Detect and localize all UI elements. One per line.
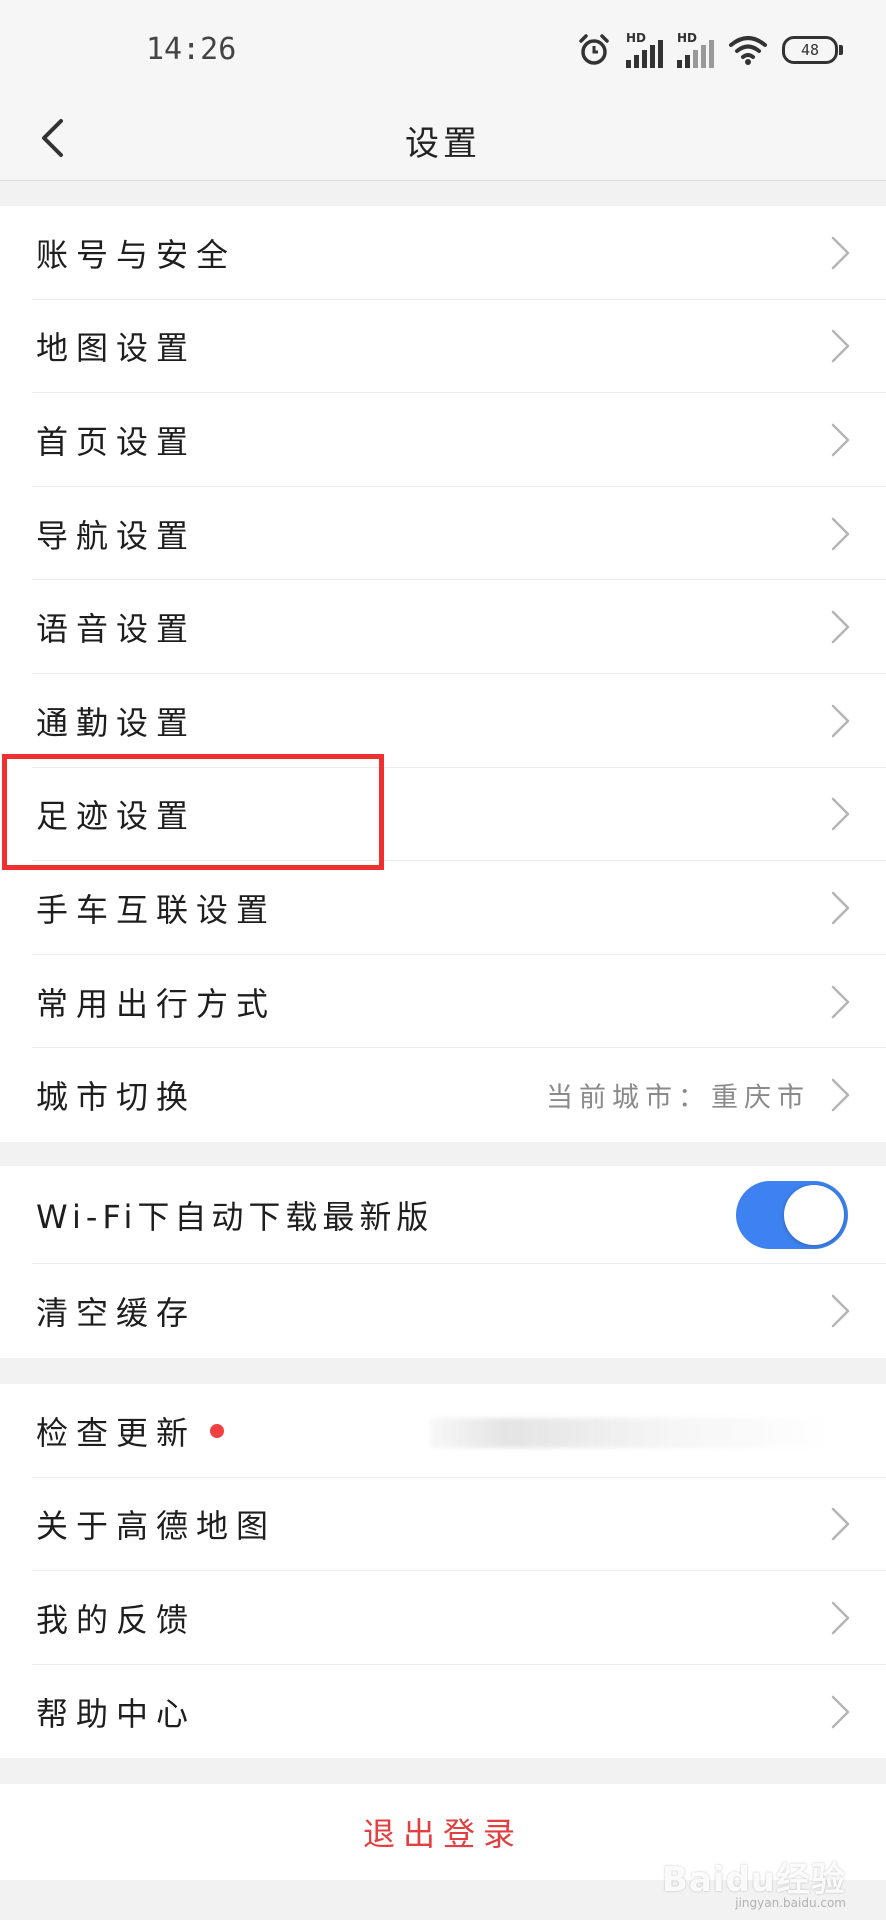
current-city-value: 当前城市：重庆市 <box>546 1082 810 1114</box>
chevron-right-icon <box>831 1601 850 1635</box>
chevron-right-icon <box>831 1078 850 1112</box>
cell-signal-2: HD <box>677 32 714 68</box>
cell-signal-1: HD <box>626 32 663 68</box>
row-label: 首页设置 <box>36 422 197 461</box>
row-voice-settings[interactable]: 语音设置 <box>0 580 886 674</box>
update-badge-dot <box>210 1423 225 1438</box>
row-label: 关于高德地图 <box>36 1507 277 1546</box>
row-help-center[interactable]: 帮助中心 <box>0 1665 886 1759</box>
chevron-right-icon <box>831 517 850 550</box>
row-car-connect-settings[interactable]: 手车互联设置 <box>0 861 886 955</box>
row-label: 我的反馈 <box>36 1600 197 1639</box>
status-time: 14:26 <box>146 32 237 67</box>
chevron-right-icon <box>831 891 850 925</box>
battery-level: 48 <box>800 41 820 59</box>
settings-group-download: Wi-Fi下自动下载最新版 清空缓存 <box>0 1166 886 1358</box>
row-label: Wi-Fi下自动下载最新版 <box>36 1198 434 1236</box>
alarm-clock-icon <box>579 34 609 65</box>
row-label: 导航设置 <box>36 516 197 555</box>
battery-icon: 48 <box>782 36 843 64</box>
row-label: 通勤设置 <box>36 703 197 742</box>
row-navigation-settings[interactable]: 导航设置 <box>0 487 886 581</box>
row-map-settings[interactable]: 地图设置 <box>0 300 886 394</box>
nav-bar: 设置 <box>0 100 886 181</box>
row-home-settings[interactable]: 首页设置 <box>0 393 886 487</box>
toggle-knob <box>784 1185 844 1245</box>
row-label: 地图设置 <box>36 329 197 368</box>
chevron-right-icon <box>831 1695 850 1728</box>
row-label: 足迹设置 <box>36 797 197 836</box>
chevron-right-icon <box>831 798 850 831</box>
row-label: 账号与安全 <box>36 235 237 274</box>
row-clear-cache[interactable]: 清空缓存 <box>0 1264 886 1358</box>
row-check-update[interactable]: 检查更新 <box>0 1384 886 1478</box>
chevron-right-icon <box>831 610 850 644</box>
status-icons: HD HD 48 <box>576 30 843 70</box>
signal-bars-icon <box>626 40 663 68</box>
row-footprint-settings[interactable]: 足迹设置 <box>0 768 886 862</box>
chevron-right-icon <box>831 1294 850 1328</box>
row-label: 常用出行方式 <box>36 984 277 1023</box>
chevron-right-icon <box>831 1508 850 1541</box>
row-about-amap[interactable]: 关于高德地图 <box>0 1478 886 1572</box>
chevron-right-icon <box>831 704 850 738</box>
chevron-right-icon <box>831 423 850 457</box>
row-label: 手车互联设置 <box>36 890 277 929</box>
row-travel-mode[interactable]: 常用出行方式 <box>0 955 886 1049</box>
row-my-feedback[interactable]: 我的反馈 <box>0 1571 886 1665</box>
chevron-right-icon <box>831 985 850 1018</box>
row-label: 语音设置 <box>36 610 197 649</box>
wifi-icon <box>729 36 767 65</box>
settings-group-about: 检查更新 关于高德地图 我的反馈 帮助中心 <box>0 1384 886 1759</box>
settings-group-main: 账号与安全 地图设置 首页设置 导航设置 语音设置 通勤设置 足迹设置 手车互联… <box>0 206 886 1142</box>
watermark-url: jingyan.baidu.com <box>735 1896 846 1910</box>
row-label: 城市切换 <box>36 1078 197 1117</box>
row-label: 检查更新 <box>36 1413 197 1452</box>
row-account-security[interactable]: 账号与安全 <box>0 206 886 300</box>
blurred-version-text <box>430 1418 820 1448</box>
row-label: 帮助中心 <box>36 1694 197 1733</box>
row-label: 清空缓存 <box>36 1294 197 1332</box>
chevron-right-icon <box>831 330 850 363</box>
status-bar: 14:26 HD HD 48 <box>0 0 886 100</box>
row-wifi-auto-download: Wi-Fi下自动下载最新版 <box>0 1166 886 1264</box>
logout-label: 退出登录 <box>362 1815 523 1853</box>
chevron-right-icon <box>831 236 850 270</box>
row-commute-settings[interactable]: 通勤设置 <box>0 674 886 768</box>
watermark-logo: Baidu经验 <box>661 1860 846 1900</box>
page-title: 设置 <box>405 123 481 164</box>
signal-bars-icon <box>677 40 714 68</box>
row-city-switch[interactable]: 城市切换 当前城市：重庆市 <box>0 1048 886 1142</box>
wifi-download-toggle[interactable] <box>736 1181 848 1249</box>
